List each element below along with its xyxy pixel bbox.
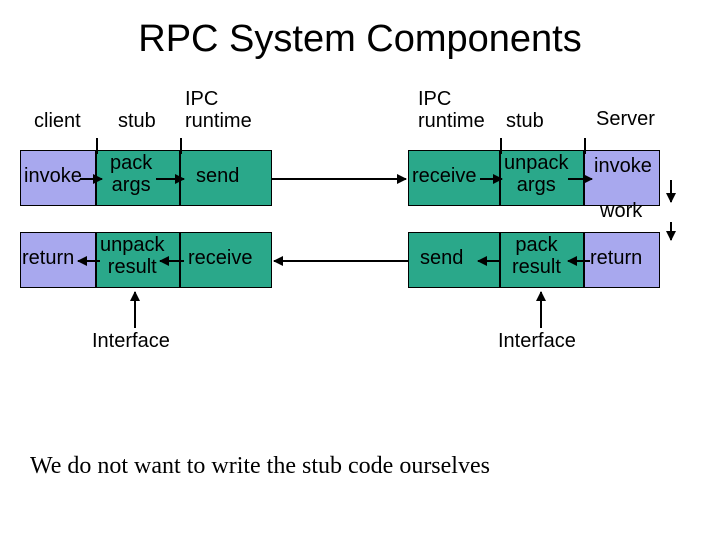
left-col-client: client <box>34 110 81 132</box>
right-receive: receive <box>412 165 476 187</box>
arrow-left-invoke-pack <box>80 178 102 180</box>
tick-right-stub-a <box>500 138 502 154</box>
right-col-server: Server <box>596 108 655 130</box>
arrow-right-receive-unpack <box>480 178 502 180</box>
left-unpack-result: unpack result <box>100 234 165 278</box>
tick-left-stub-a <box>96 138 98 154</box>
title: RPC System Components <box>0 18 720 61</box>
left-interface: Interface <box>92 330 170 352</box>
arrow-left-unpack-return <box>78 260 100 262</box>
arrow-invoke-down <box>670 180 672 202</box>
arrow-left-interface-up <box>134 292 136 328</box>
right-col-ipc: IPC runtime <box>418 88 485 132</box>
arrow-right-unpack-invoke <box>568 178 592 180</box>
right-col-stub: stub <box>506 110 544 132</box>
arrow-right-return-pack <box>568 260 590 262</box>
tick-left-ipc-a <box>180 138 182 154</box>
left-col-stub: stub <box>118 110 156 132</box>
right-work: work <box>600 200 642 222</box>
arrow-work-down <box>670 222 672 240</box>
left-send: send <box>196 165 239 187</box>
arrow-left-pack-send <box>156 178 184 180</box>
caption: We do not want to write the stub code ou… <box>30 453 490 480</box>
right-return: return <box>590 247 642 269</box>
right-pack-result: pack result <box>512 234 561 278</box>
arrow-send-to-right <box>272 178 406 180</box>
left-receive: receive <box>188 247 252 269</box>
right-send: send <box>420 247 463 269</box>
arrow-right-pack-send <box>478 260 500 262</box>
left-pack-args: pack args <box>110 152 152 196</box>
right-invoke: invoke <box>594 155 652 177</box>
arrow-right-interface-up <box>540 292 542 328</box>
left-col-ipc: IPC runtime <box>185 88 252 132</box>
left-return: return <box>22 247 74 269</box>
tick-right-ipc-a <box>584 138 586 154</box>
right-unpack-args: unpack args <box>504 152 569 196</box>
right-interface: Interface <box>498 330 576 352</box>
arrow-left-receive-unpack <box>160 260 184 262</box>
left-invoke: invoke <box>24 165 82 187</box>
arrow-send-to-left <box>274 260 408 262</box>
